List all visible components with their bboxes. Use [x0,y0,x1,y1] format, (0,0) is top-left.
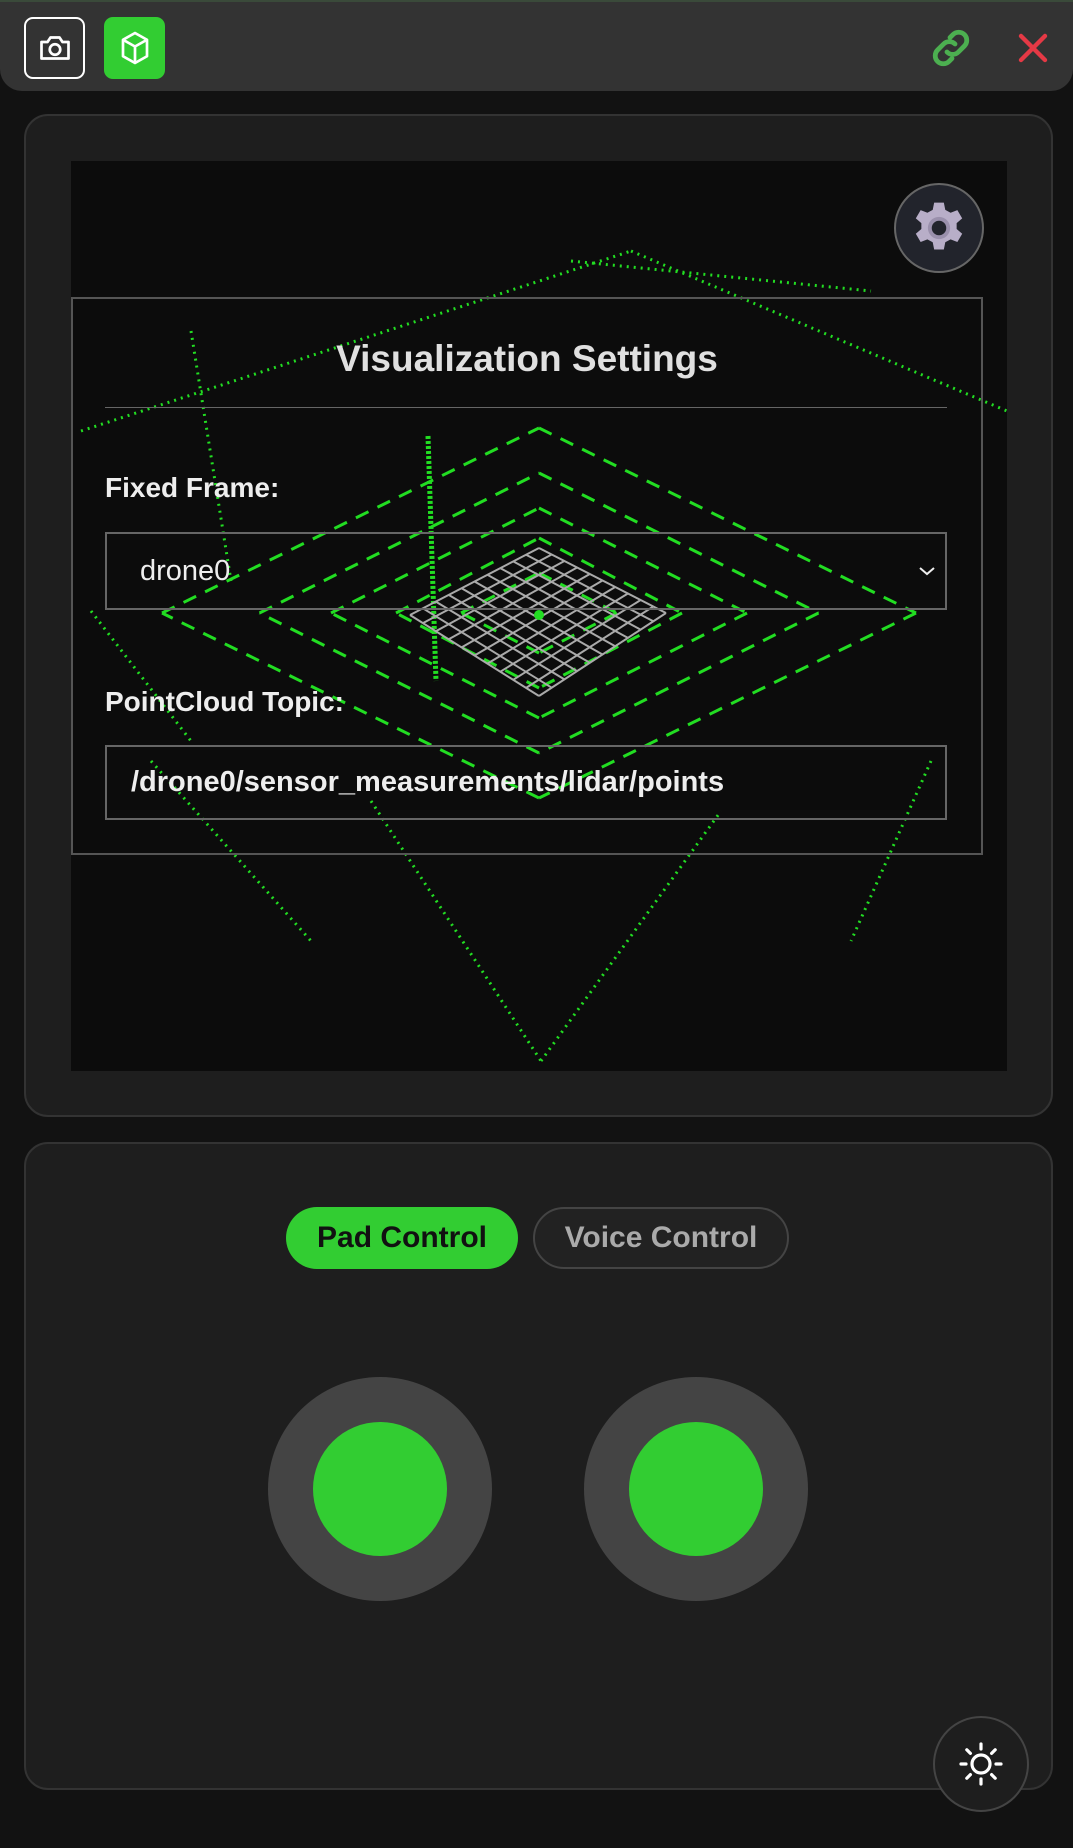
pointcloud-topic-label: PointCloud Topic: [105,686,344,717]
fixed-frame-label: Fixed Frame: [105,472,280,503]
left-joystick[interactable] [268,1377,492,1601]
pointcloud-topic-input[interactable]: /drone0/sensor_measurements/lidar/points [105,745,947,820]
gear-icon [915,202,963,250]
3d-view-button[interactable] [104,17,165,79]
theme-toggle-button[interactable] [933,1716,1029,1812]
joystick-knob[interactable] [629,1422,763,1556]
camera-button[interactable] [24,17,85,79]
settings-title: Visualization Settings [336,338,718,379]
tab-pad-control[interactable]: Pad Control [286,1207,518,1269]
camera-icon [39,36,70,60]
divider [105,407,947,408]
chevron-down-icon [919,567,935,576]
cube-icon [121,31,148,65]
tab-voice-control[interactable]: Voice Control [533,1207,789,1269]
point-line [570,259,872,293]
joystick-knob[interactable] [313,1422,447,1556]
sun-icon [959,1742,1003,1786]
fixed-frame-select[interactable]: drone0 [105,532,947,610]
settings-button[interactable] [894,183,984,273]
pointcloud-topic-value: /drone0/sensor_measurements/lidar/points [131,766,725,798]
close-icon[interactable] [1009,24,1057,72]
link-icon[interactable] [927,24,975,72]
right-joystick[interactable] [584,1377,808,1601]
fixed-frame-value: drone0 [140,554,231,587]
top-toolbar [0,0,1073,91]
